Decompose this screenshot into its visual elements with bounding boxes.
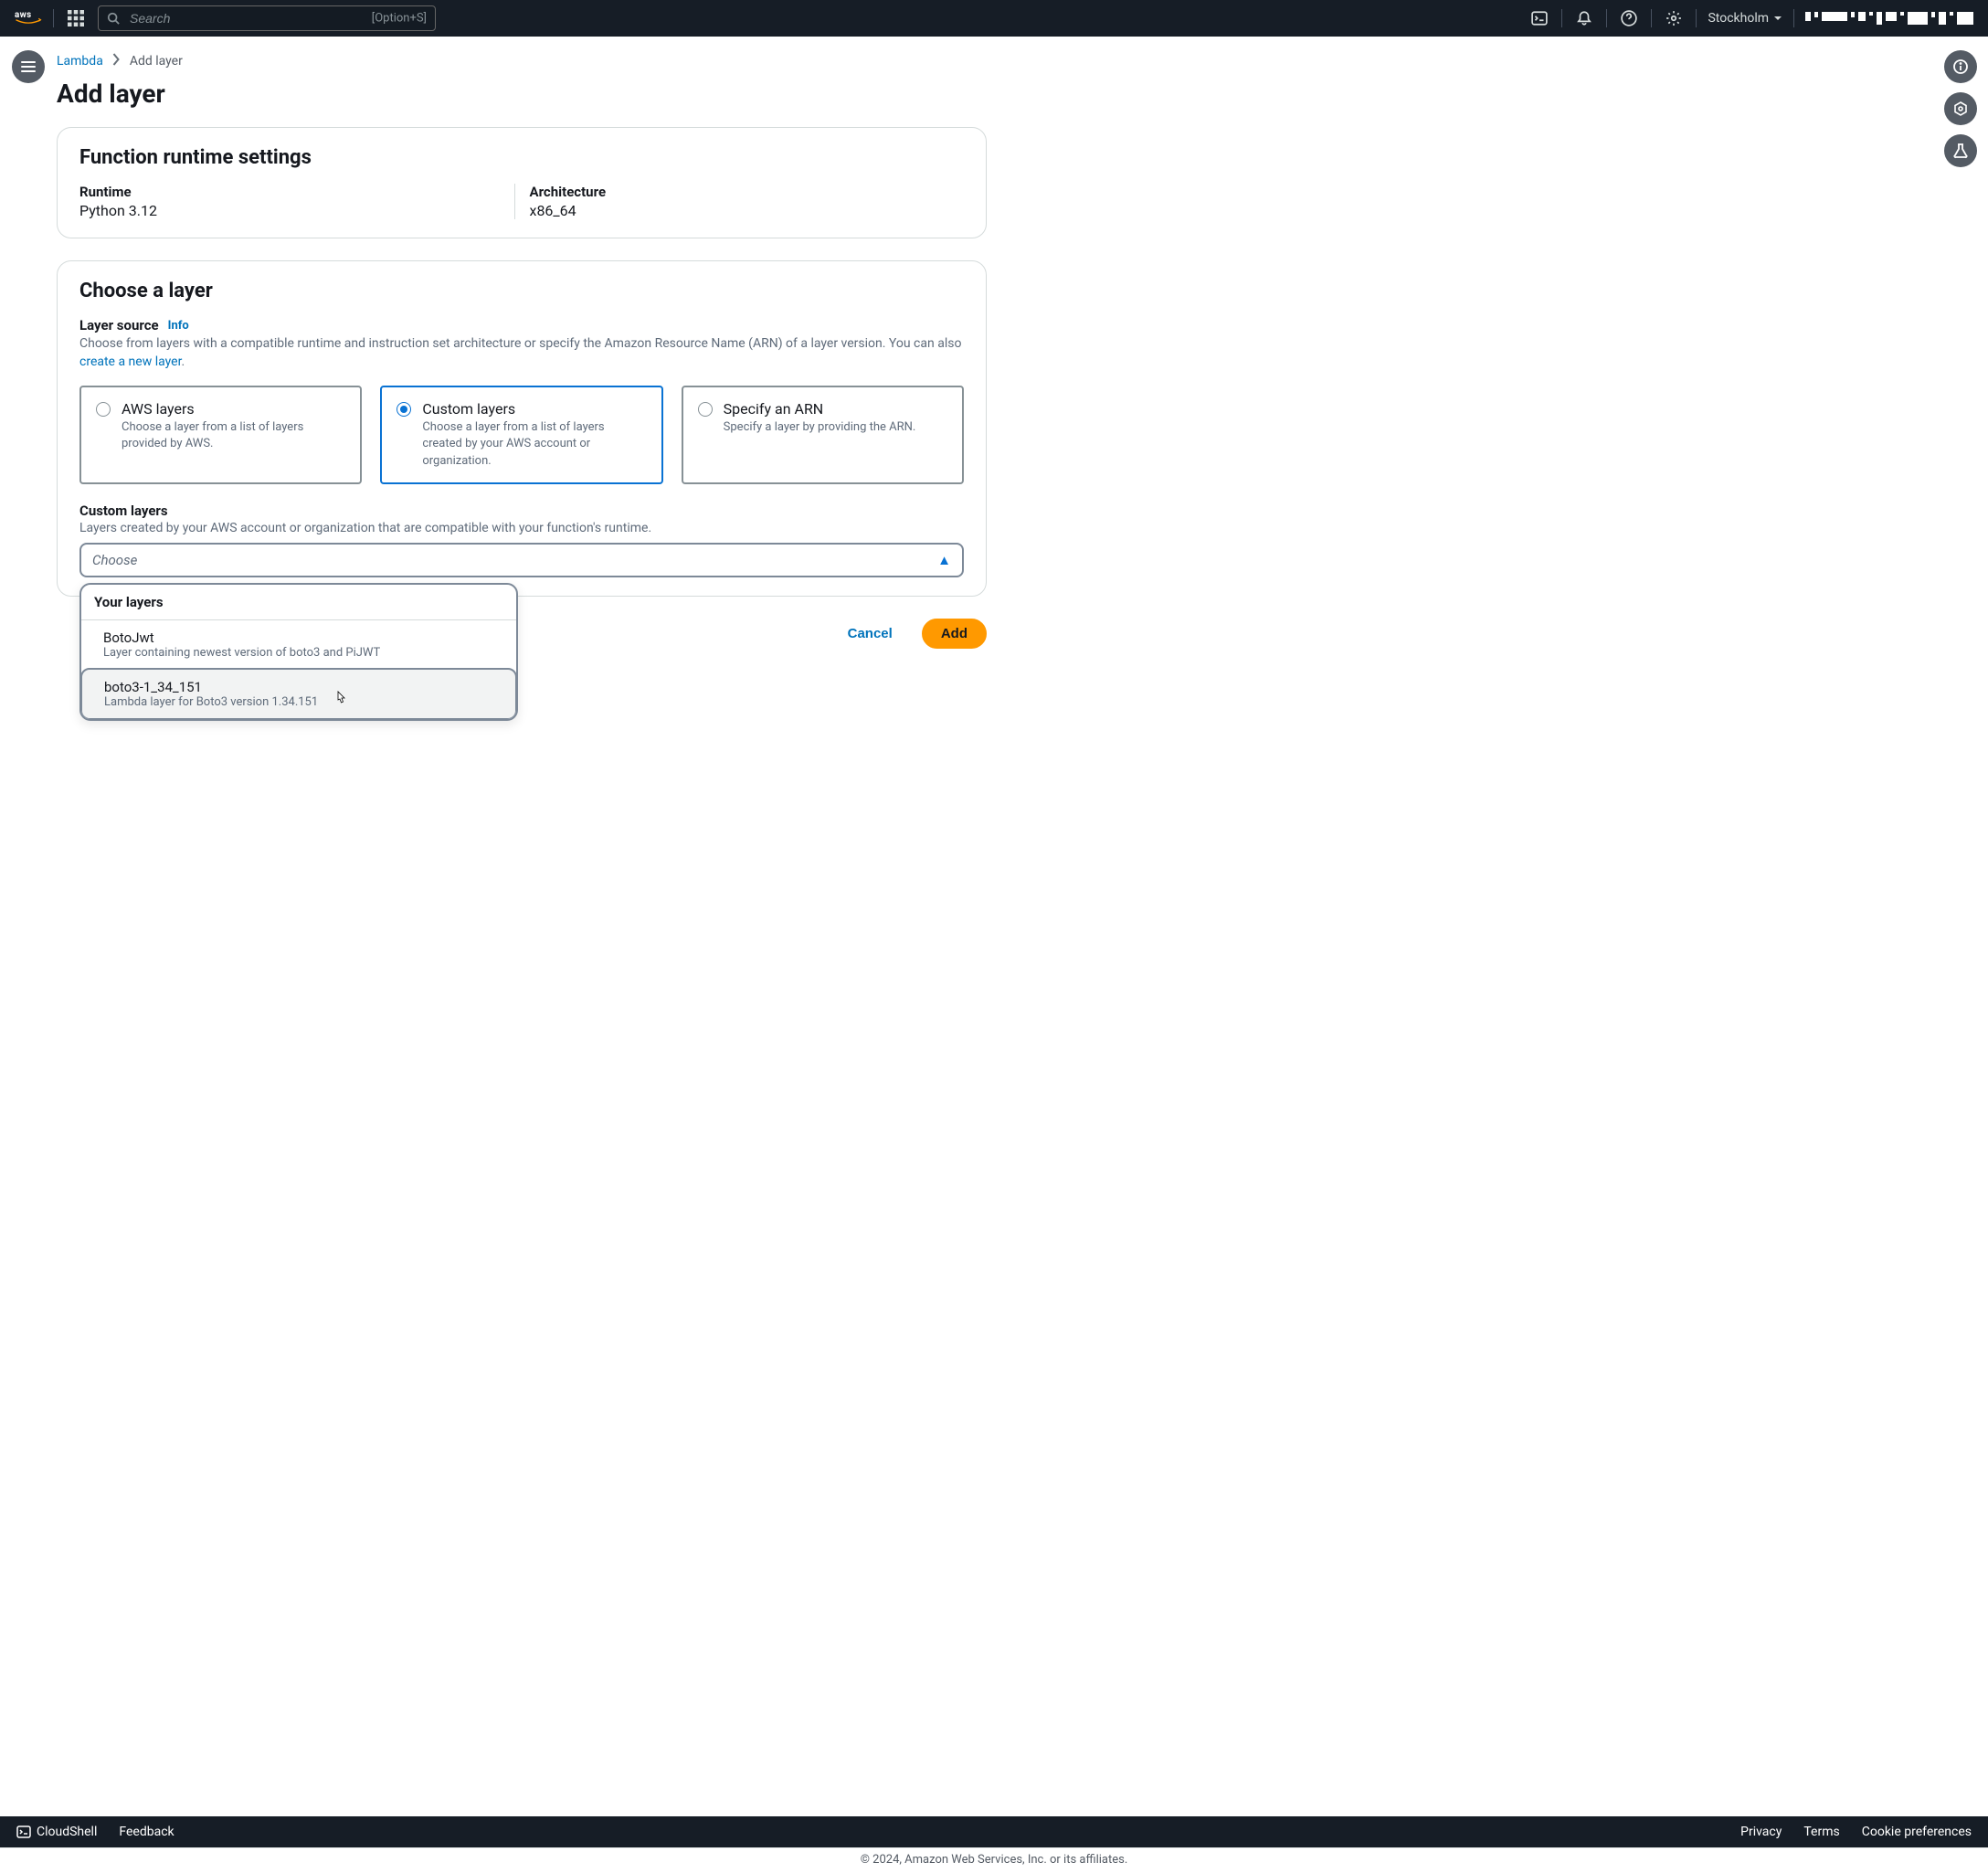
runtime-settings-panel: Function runtime settings Runtime Python…: [57, 127, 987, 238]
runtime-value: Python 3.12: [79, 202, 514, 219]
create-new-layer-link[interactable]: create a new layer: [79, 354, 181, 369]
add-button[interactable]: Add: [922, 619, 987, 649]
account-info-redacted[interactable]: [1805, 12, 1973, 25]
radio-title: AWS layers: [122, 400, 345, 418]
runtime-panel-heading: Function runtime settings: [79, 146, 964, 169]
radio-icon: [397, 402, 411, 417]
global-search: [Option+S]: [98, 5, 436, 31]
custom-layers-label: Custom layers: [79, 503, 964, 519]
cookie-preferences-link[interactable]: Cookie preferences: [1862, 1825, 1972, 1839]
breadcrumb-lambda[interactable]: Lambda: [57, 54, 103, 69]
radio-desc: Choose a layer from a list of layers cre…: [422, 419, 646, 470]
choose-layer-panel: Choose a layer Layer source Info Choose …: [57, 260, 987, 597]
svg-text:aws: aws: [15, 10, 32, 20]
cloudshell-icon: [16, 1825, 31, 1839]
dropdown-option-boto3[interactable]: boto3-1_34_151 Lambda layer for Boto3 ve…: [80, 668, 517, 720]
architecture-value: x86_64: [530, 202, 965, 219]
breadcrumb-current: Add layer: [130, 54, 183, 69]
choose-layer-heading: Choose a layer: [79, 280, 964, 302]
copyright: © 2024, Amazon Web Services, Inc. or its…: [0, 1847, 1988, 1871]
side-tools: [1944, 50, 1977, 167]
notifications-icon[interactable]: [1573, 7, 1595, 29]
privacy-link[interactable]: Privacy: [1740, 1825, 1782, 1839]
layer-select[interactable]: Choose ▲: [79, 543, 964, 577]
radio-specify-arn[interactable]: Specify an ARN Specify a layer by provid…: [682, 386, 964, 484]
radio-title: Custom layers: [422, 400, 646, 418]
cancel-button[interactable]: Cancel: [830, 619, 911, 649]
dropdown-option-botojwt[interactable]: BotoJwt Layer containing newest version …: [81, 620, 516, 669]
architecture-label: Architecture: [530, 184, 965, 200]
info-panel-toggle[interactable]: [1944, 50, 1977, 83]
triangle-up-icon: ▲: [937, 552, 951, 568]
search-shortcut: [Option+S]: [372, 12, 427, 26]
option-title: BotoJwt: [103, 630, 494, 646]
layer-dropdown: Your layers BotoJwt Layer containing new…: [79, 583, 518, 721]
radio-desc: Choose a layer from a list of layers pro…: [122, 419, 345, 452]
footer-dark: CloudShell Feedback Privacy Terms Cookie…: [0, 1816, 1988, 1847]
radio-icon: [96, 402, 111, 417]
services-grid-icon[interactable]: [65, 7, 87, 29]
search-icon: [107, 12, 120, 25]
radio-desc: Specify a layer by providing the ARN.: [724, 419, 916, 436]
chevron-down-icon: [1773, 14, 1782, 23]
dropdown-header: Your layers: [81, 585, 516, 620]
page-title: Add layer: [57, 79, 987, 109]
breadcrumb: Lambda Add layer: [57, 53, 987, 69]
info-link[interactable]: Info: [168, 319, 189, 333]
tool-button-2[interactable]: [1944, 92, 1977, 125]
layer-source-label: Layer source: [79, 317, 159, 333]
radio-icon: [698, 402, 713, 417]
settings-icon[interactable]: [1663, 7, 1685, 29]
aws-logo[interactable]: aws: [15, 8, 42, 28]
radio-custom-layers[interactable]: Custom layers Choose a layer from a list…: [380, 386, 662, 484]
feedback-link[interactable]: Feedback: [119, 1825, 174, 1839]
select-placeholder: Choose: [92, 552, 137, 568]
option-desc: Layer containing newest version of boto3…: [103, 646, 494, 660]
cloudshell-link[interactable]: CloudShell: [16, 1825, 97, 1839]
experiments-button[interactable]: [1944, 134, 1977, 167]
radio-title: Specify an ARN: [724, 400, 916, 418]
option-desc: Lambda layer for Boto3 version 1.34.151: [104, 695, 493, 709]
region-selector[interactable]: Stockholm: [1708, 11, 1782, 26]
top-nav: aws [Option+S] Stockholm: [0, 0, 1988, 37]
hamburger-menu-button[interactable]: [12, 50, 45, 83]
terms-link[interactable]: Terms: [1803, 1825, 1839, 1839]
runtime-label: Runtime: [79, 184, 514, 200]
option-title: boto3-1_34_151: [104, 679, 493, 695]
custom-layers-description: Layers created by your AWS account or or…: [79, 521, 964, 535]
radio-aws-layers[interactable]: AWS layers Choose a layer from a list of…: [79, 386, 362, 484]
help-icon[interactable]: [1618, 7, 1640, 29]
layer-source-description: Choose from layers with a compatible run…: [79, 335, 964, 371]
chevron-right-icon: [112, 53, 121, 69]
cloudshell-icon[interactable]: [1528, 7, 1550, 29]
